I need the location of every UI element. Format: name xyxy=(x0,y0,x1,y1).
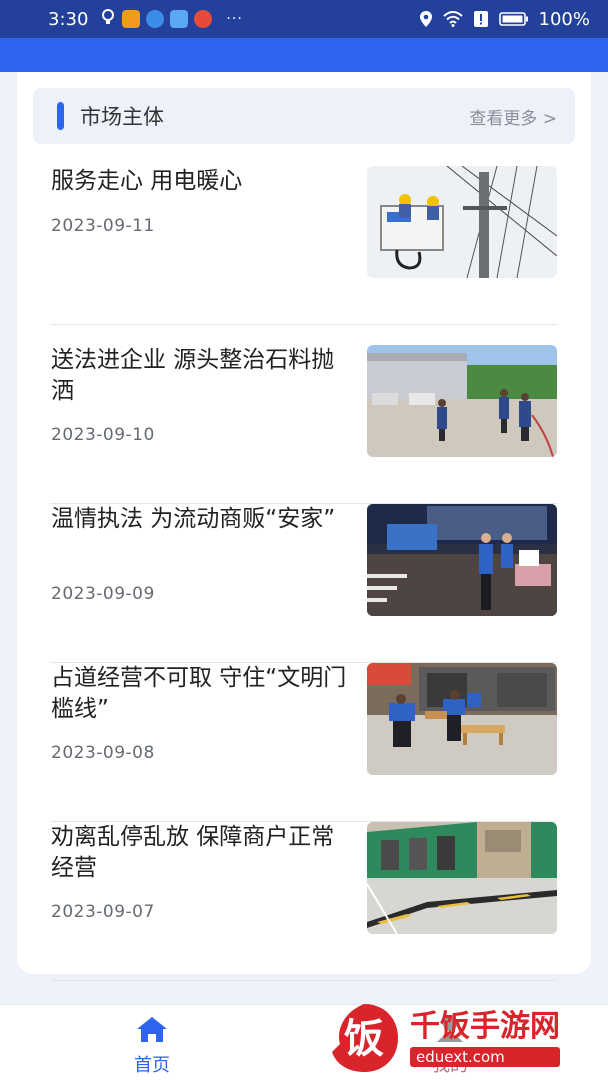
cloud-app-icon xyxy=(170,10,189,28)
night-street-vendor-photo xyxy=(367,504,557,616)
home-icon xyxy=(135,1015,169,1047)
utility-workers-photo xyxy=(367,166,557,278)
wifi-icon xyxy=(442,11,463,27)
video-app-icon xyxy=(122,10,141,28)
news-item[interactable]: 服务走心 用电暖心 2023-09-11 xyxy=(51,166,557,325)
battery-percent: 100% xyxy=(538,8,590,30)
section-accent-bar xyxy=(57,102,64,130)
watermark-logo-char: 饭 xyxy=(344,1016,384,1062)
news-title: 占道经营不可取 守住“文明门槛线” xyxy=(51,665,347,722)
storefront-street-photo xyxy=(367,822,557,934)
watermark-texts: 千饭手游网 eduext.com xyxy=(410,1009,560,1067)
news-item[interactable]: 占道经营不可取 守住“文明门槛线” 2023-09-08 xyxy=(51,663,557,822)
news-title: 送法进企业 源头整治石料抛洒 xyxy=(51,347,335,404)
section-header: 市场主体 查看更多 > xyxy=(33,88,575,144)
browser-app-icon xyxy=(146,10,165,28)
status-bar: 3:30 ··· 100% xyxy=(0,0,608,38)
news-list: 服务走心 用电暖心 2023-09-11 送法进企业 源头整治石料抛洒 2023… xyxy=(51,166,557,981)
view-more-link[interactable]: 查看更多 > xyxy=(469,104,557,129)
news-date: 2023-09-08 xyxy=(51,743,155,763)
news-title: 服务走心 用电暖心 xyxy=(51,168,243,194)
status-app-icons: ··· xyxy=(100,8,242,31)
location-icon xyxy=(419,10,433,28)
news-item[interactable]: 劝离乱停乱放 保障商户正常经营 2023-09-07 xyxy=(51,822,557,981)
news-date: 2023-09-10 xyxy=(51,425,155,445)
street-cleanup-photo xyxy=(367,663,557,775)
bulb-icon xyxy=(100,8,116,31)
alert-icon xyxy=(473,10,489,28)
nav-home[interactable]: 首页 xyxy=(110,1015,194,1076)
watermark-url: eduext.com xyxy=(410,1047,560,1067)
news-item[interactable]: 送法进企业 源头整治石料抛洒 2023-09-10 xyxy=(51,345,557,504)
news-date: 2023-09-09 xyxy=(51,584,155,604)
section-title: 市场主体 xyxy=(80,105,164,129)
market-entity-card: 市场主体 查看更多 > 服务走心 用电暖心 2023-09-11 送法进企业 源… xyxy=(17,72,591,981)
officers-at-warehouse-photo xyxy=(367,345,557,457)
nav-home-label: 首页 xyxy=(134,1055,170,1076)
status-more-dots: ··· xyxy=(226,11,243,27)
news-title: 劝离乱停乱放 保障商户正常经营 xyxy=(51,824,335,881)
status-time: 3:30 xyxy=(48,8,89,30)
watermark-name: 千饭手游网 xyxy=(410,1009,560,1044)
news-date: 2023-09-11 xyxy=(51,216,155,236)
battery-icon xyxy=(498,11,529,27)
app-header xyxy=(0,38,608,72)
watermark: 饭 千饭手游网 eduext.com xyxy=(326,1000,594,1076)
news-title: 温情执法 为流动商贩“安家” xyxy=(51,506,336,532)
news-date: 2023-09-07 xyxy=(51,902,155,922)
news-item[interactable]: 温情执法 为流动商贩“安家” 2023-09-09 xyxy=(51,504,557,663)
watermark-logo: 饭 xyxy=(326,1000,402,1076)
status-right: 100% xyxy=(419,9,590,30)
weibo-app-icon xyxy=(194,10,213,28)
